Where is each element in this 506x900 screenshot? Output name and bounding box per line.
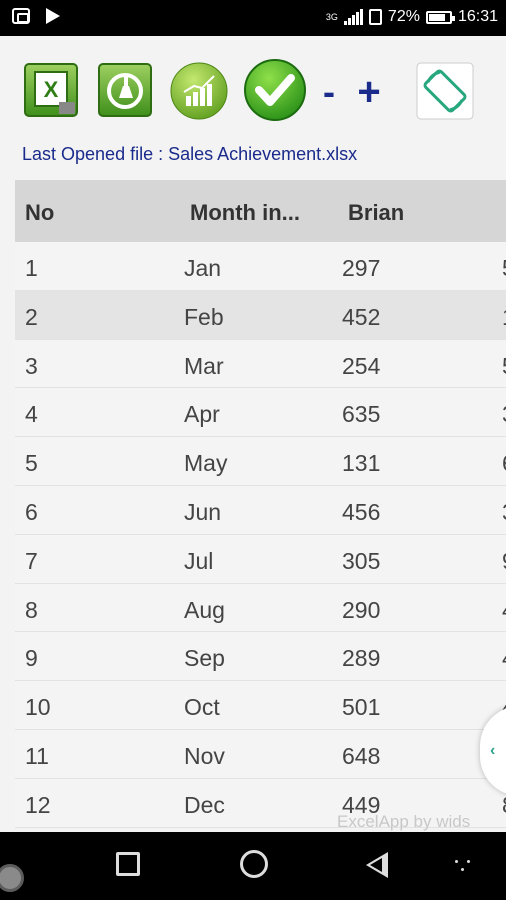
cell-brian: 254	[342, 352, 381, 379]
cell-brian: 289	[342, 645, 381, 672]
cell-no: 3	[25, 352, 38, 379]
cell-next-column: 9	[502, 548, 506, 575]
rotate-button[interactable]	[416, 62, 474, 120]
table-row[interactable]: 2 Feb 452 1	[15, 290, 506, 340]
rotate-icon	[416, 62, 474, 120]
cell-no: 5	[25, 450, 38, 477]
cell-next-column: 5	[502, 353, 506, 380]
cell-no: 10	[25, 694, 51, 721]
network-type-label: 3G	[325, 11, 338, 22]
clock: 16:31	[457, 8, 498, 25]
recent-apps-button[interactable]	[116, 852, 140, 876]
cell-month: Jul	[184, 547, 214, 574]
table-row[interactable]: 3 Mar 254 5	[15, 339, 506, 389]
header-month[interactable]: Month in...	[190, 200, 300, 226]
header-no[interactable]: No	[25, 200, 54, 226]
dot-icon	[461, 868, 464, 871]
cell-brian: 452	[342, 303, 381, 330]
cell-next-column: 6	[502, 450, 506, 477]
dot-icon	[467, 860, 470, 863]
sim-icon	[368, 9, 382, 25]
cell-next-column: 3	[502, 499, 506, 526]
cell-next-column: 1	[502, 304, 506, 331]
chart-button[interactable]	[170, 62, 228, 120]
table-header: No Month in... Brian	[15, 180, 506, 242]
battery-icon	[425, 10, 455, 24]
table-row[interactable]: 11Nov6484	[15, 729, 506, 779]
cell-month: Nov	[184, 742, 225, 769]
dot-icon	[455, 860, 458, 863]
screen-record-icon	[12, 8, 30, 24]
cell-brian: 131	[342, 450, 381, 477]
table-row[interactable]: 7 Jul 305 9	[15, 534, 506, 584]
apply-button[interactable]	[243, 58, 307, 122]
cell-brian: 456	[342, 498, 381, 525]
cell-no: 6	[25, 498, 38, 525]
data-table: No Month in... Brian 1 Jan 297 5 2 Feb 452 1 3 Ma…	[15, 180, 506, 828]
home-button[interactable]	[240, 850, 268, 878]
zoom-out-button[interactable]: -	[318, 74, 340, 110]
cell-brian: 305	[342, 547, 381, 574]
signal-icon	[343, 9, 363, 25]
clean-button[interactable]	[97, 62, 153, 118]
navigation-bar	[0, 832, 506, 900]
cell-brian: 635	[342, 401, 381, 428]
cell-brian: 648	[342, 742, 381, 769]
cell-next-column: 8	[502, 792, 506, 819]
cell-brian: 297	[342, 255, 381, 281]
cell-next-column: 3	[502, 401, 506, 428]
svg-text:X: X	[44, 77, 59, 102]
clean-icon	[98, 63, 152, 117]
cell-month: Aug	[184, 596, 225, 623]
play-icon	[46, 8, 60, 24]
cell-no: 4	[25, 401, 38, 428]
app-screen: X - + Last Opened file: Sales Achieveme…	[0, 36, 506, 832]
table-row[interactable]: 8 Aug 290 4	[15, 583, 506, 633]
cell-no: 9	[25, 645, 38, 672]
cell-brian: 290	[342, 596, 381, 623]
status-bar: 3G 72% 16:31	[0, 0, 506, 36]
check-icon	[244, 59, 306, 121]
table-row[interactable]: 5 May 131 6	[15, 437, 506, 486]
watermark: ExcelApp by wids	[337, 812, 471, 831]
cell-next-column: 4	[502, 645, 506, 672]
table-row[interactable]: 10Oct5014	[15, 681, 506, 730]
cell-month: Mar	[184, 352, 224, 379]
chart-icon	[170, 62, 228, 120]
last-opened-file-text: Last Opened file : Sales Achievement.xls…	[22, 144, 358, 164]
cell-month: Apr	[184, 401, 220, 428]
cell-brian: 501	[342, 694, 381, 721]
cell-next-column: 5	[502, 255, 506, 282]
excel-open-icon: X	[24, 63, 78, 117]
table-row[interactable]: 1 Jan 297 5	[15, 242, 506, 291]
open-excel-button[interactable]: X	[23, 62, 79, 118]
battery-percent: 72%	[387, 8, 420, 25]
cell-month: Oct	[184, 694, 220, 721]
cell-no: 2	[25, 303, 38, 330]
cell-no: 1	[25, 255, 38, 281]
cell-no: 8	[25, 596, 38, 623]
back-icon	[370, 858, 382, 872]
cell-no: 7	[25, 547, 38, 574]
cell-month: Jan	[184, 255, 222, 281]
cell-month: May	[184, 450, 228, 477]
zoom-in-button[interactable]: +	[352, 72, 386, 112]
cell-next-column: 4	[502, 597, 506, 624]
menu-button[interactable]	[455, 860, 471, 874]
table-row[interactable]: 4 Apr 635 3	[15, 388, 506, 438]
cell-no: 11	[25, 742, 49, 769]
cell-month: Sep	[184, 645, 225, 672]
table-row[interactable]: 6 Jun 456 3	[15, 485, 506, 535]
header-brian[interactable]: Brian	[348, 200, 404, 226]
table-body: 1 Jan 297 5 2 Feb 452 1 3 Mar 254 5 4 Apr 635 3 5 May 131 6…	[15, 242, 506, 828]
cell-month: Feb	[184, 303, 224, 330]
cell-month: Dec	[184, 791, 225, 818]
cell-no: 12	[25, 791, 51, 818]
toolbar: X - +	[0, 36, 506, 142]
cell-month: Jun	[184, 498, 222, 525]
chevron-left-icon: ‹	[490, 742, 496, 759]
table-row[interactable]: 9 Sep 289 4	[15, 632, 506, 682]
